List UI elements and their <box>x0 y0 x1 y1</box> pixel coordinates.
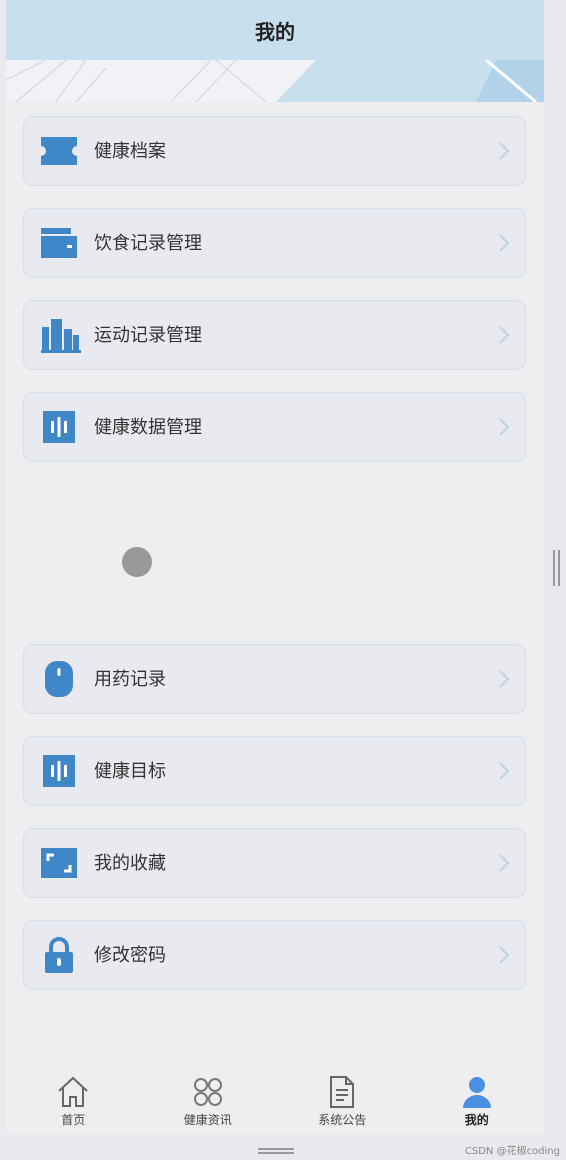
menu-item-my-favorites[interactable]: 我的收藏 <box>23 828 526 898</box>
bottom-tab-bar: 首页 健康资讯 系统公告 我的 <box>6 1066 544 1133</box>
decorative-banner <box>6 60 544 102</box>
document-icon <box>325 1075 359 1109</box>
page-title: 我的 <box>255 19 295 44</box>
menu-item-label: 健康档案 <box>94 141 166 162</box>
tab-label: 系统公告 <box>318 1113 367 1127</box>
chevron-right-icon <box>497 761 511 781</box>
tab-label: 我的 <box>464 1113 489 1127</box>
menu-item-medication-records[interactable]: 用药记录 <box>23 644 526 714</box>
wallet-icon <box>41 225 77 261</box>
menu-item-health-profile[interactable]: 健康档案 <box>23 116 526 186</box>
menu-item-health-goals[interactable]: 健康目标 <box>23 736 526 806</box>
chevron-right-icon <box>497 233 511 253</box>
tab-label: 首页 <box>61 1113 86 1127</box>
menu-item-change-password[interactable]: 修改密码 <box>23 920 526 990</box>
menu-item-health-data[interactable]: 健康数据管理 <box>23 392 526 462</box>
loading-indicator <box>122 547 152 577</box>
lock-icon <box>41 937 77 973</box>
phone-screen: 我的 健康档案 饮食记录管理 运动记录管理 健康数据管理 用药记录 健康目标 我… <box>6 0 544 1133</box>
menu-item-label: 修改密码 <box>94 945 166 966</box>
tab-announcements[interactable]: 系统公告 <box>275 1066 410 1133</box>
tab-mine[interactable]: 我的 <box>410 1066 545 1133</box>
frame-icon <box>41 845 77 881</box>
home-icon <box>56 1075 90 1109</box>
grid-circles-icon <box>191 1075 225 1109</box>
menu-item-diet-records[interactable]: 饮食记录管理 <box>23 208 526 278</box>
menu-item-label: 运动记录管理 <box>94 325 202 346</box>
home-indicator[interactable] <box>258 1140 294 1154</box>
menu-item-label: 用药记录 <box>94 669 166 690</box>
page-header: 我的 <box>6 0 544 60</box>
pill-icon <box>41 661 77 697</box>
tab-label: 健康资讯 <box>183 1113 232 1127</box>
buildings-icon <box>41 317 81 353</box>
menu-item-exercise-records[interactable]: 运动记录管理 <box>23 300 526 370</box>
data-bars-icon <box>41 409 77 445</box>
scroll-handle[interactable] <box>552 550 561 586</box>
chevron-right-icon <box>497 325 511 345</box>
watermark: CSDN @花椒coding <box>464 1146 560 1157</box>
ticket-icon <box>41 133 77 169</box>
target-bars-icon <box>41 753 77 789</box>
menu-item-label: 健康目标 <box>94 761 166 782</box>
chevron-right-icon <box>497 669 511 689</box>
tab-health-news[interactable]: 健康资讯 <box>141 1066 276 1133</box>
menu-item-label: 饮食记录管理 <box>94 233 202 254</box>
user-icon <box>460 1075 494 1109</box>
chevron-right-icon <box>497 417 511 437</box>
chevron-right-icon <box>497 141 511 161</box>
chevron-right-icon <box>497 853 511 873</box>
menu-item-label: 我的收藏 <box>94 853 166 874</box>
tab-home[interactable]: 首页 <box>6 1066 141 1133</box>
menu-item-label: 健康数据管理 <box>94 417 202 438</box>
chevron-right-icon <box>497 945 511 965</box>
